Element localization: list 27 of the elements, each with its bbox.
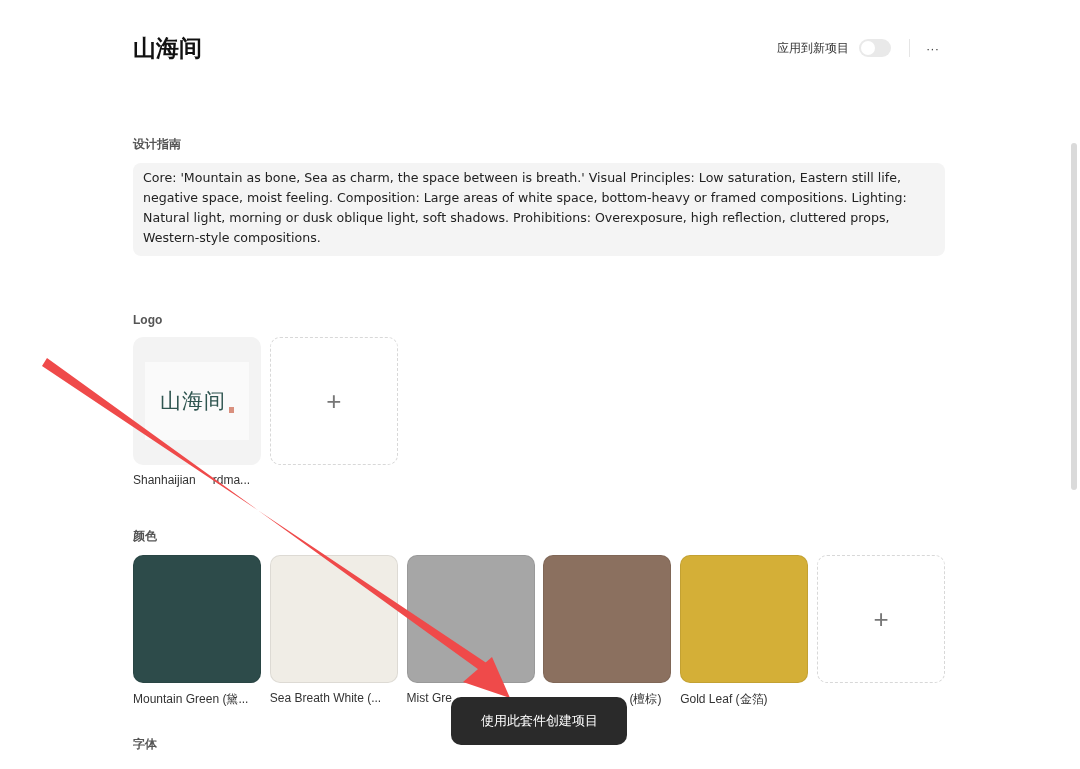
logo-card[interactable]: 山海间 — [133, 337, 261, 465]
color-swatch[interactable] — [680, 555, 809, 683]
color-swatch[interactable] — [406, 555, 535, 683]
section-heading: 颜色 — [133, 528, 157, 545]
add-tile[interactable]: + — [817, 555, 945, 683]
guide-text: Core: 'Mountain as bone, Sea as charm, the space between is breath.' Visual Principles: Low saturation, Eastern still life, negative space, moist feeling. Composition: Large areas of white space, bottom-heavy or framed compositions. Lighting: Natural light, morning or dusk oblique light, soft shadows. Prohibitions: Overexposure, high reflection, cluttered props, Western-style compositions. — [133, 163, 945, 256]
tile-caption: Sea Breath White (... — [269, 691, 382, 706]
scrollbar[interactable] — [1071, 143, 1077, 490]
color-swatch[interactable] — [543, 555, 672, 683]
page-title: 山海间 — [133, 33, 203, 63]
color-swatch[interactable] — [269, 555, 398, 683]
more-button[interactable]: ··· — [926, 40, 939, 56]
toggle-label: 应用到新项目 — [777, 39, 849, 57]
tile-caption: Mist Gre — [406, 691, 452, 706]
create-project-toast[interactable]: 使用此套件创建项目 — [451, 697, 627, 745]
tile-caption: Shanhaijian — [133, 473, 196, 488]
add-tile[interactable]: + — [269, 337, 398, 465]
color-swatch[interactable] — [133, 555, 261, 683]
section-heading: 字体 — [133, 736, 157, 753]
tile-caption: Mountain Green (黛... — [133, 691, 249, 706]
logo-wordmark: 山海间 — [160, 388, 226, 415]
tile-caption: rdma... — [212, 473, 251, 488]
tile-caption: Gold Leaf (金箔) — [680, 691, 768, 706]
tile-caption: (檀棕) — [629, 691, 662, 706]
section-heading: Logo — [133, 313, 163, 327]
section-heading: 设计指南 — [133, 136, 181, 153]
seal-icon — [229, 407, 234, 413]
